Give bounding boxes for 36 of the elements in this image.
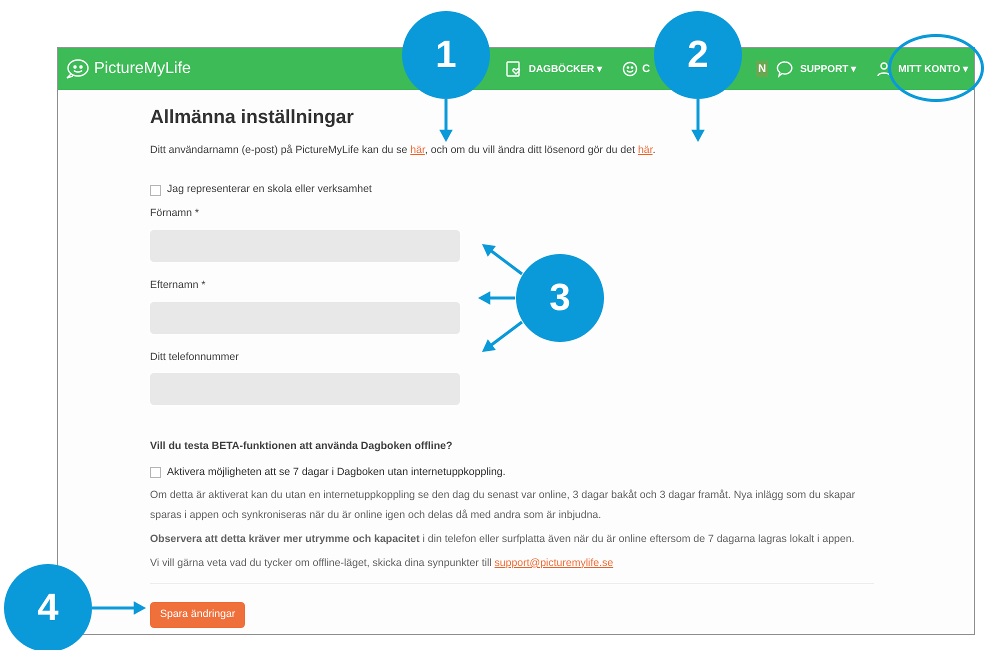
nav-menu-link[interactable]: DAGBÖCKER ▾ [528,62,602,76]
info-paragraph: Observera att detta kräver mer utrymme och kapacitet i din telefon eller surfplatta även när du är online eftersom de 7 dagarna lagras lokalt i appen. [150,532,856,547]
field-label: Ditt telefonnummer [150,350,240,364]
save-button[interactable]: Spara ändringar [150,602,246,628]
feedback-text: Vi vill gärna veta vad du tycker om offline-läget, skicka dina synpunkter till support@picturemylife.se [150,556,614,571]
beta-heading: Vill du testa BETA-funktionen att använda Dagboken offline? [150,439,454,454]
callout-arrow [482,244,523,276]
callout-arrow [439,99,453,142]
checkbox-label: Aktivera möjligheten att se 7 dagar i Dagboken utan internetuppkoppling. [167,465,506,480]
here-link[interactable]: här [410,144,425,156]
checkbox-label: Jag representerar en skola eller verksamhet [167,182,372,198]
intro-text: Ditt användarnamn (e-post) på PictureMyLife kan du se här, och om du vill ändra ditt lösenord gör du det här. [150,142,656,158]
field-label: Efternamn * [150,278,206,293]
callout-arrow [691,99,705,142]
email-link[interactable]: support@picturemylife.se [494,556,614,569]
logo-text[interactable]: PictureMyLife [94,57,191,81]
nav-menu-link[interactable]: C [642,60,650,78]
nav-menu-link-fragment: N [756,60,768,78]
callout-number: 2 [654,11,742,99]
info-paragraph: Om detta är aktiverat kan du utan en internetuppkoppling se den dag du senast var online, 3 dagar bakåt och 3 dagar framåt. Nya inlägg som du skapar sparas i appen och synkroniseras när du är online igen och delas då med andra som är inbjudna. [150,488,856,523]
field-label: Förnamn * [150,206,200,221]
checkbox[interactable] [150,184,161,196]
page-title: Allmänna inställningar [150,106,354,130]
callout-arrow [92,601,146,615]
callout-arrow [478,291,515,305]
speech-face-logo-icon [64,58,90,80]
nav-menu-link[interactable]: MITT KONTO ▾ [898,62,968,76]
smiley-icon [622,61,638,77]
here-link[interactable]: här [638,144,653,156]
callout-number: 1 [402,11,490,99]
nav-menu-link[interactable]: SUPPORT ▾ [800,62,856,76]
callout-number: 4 [4,564,92,650]
checkbox[interactable] [150,467,161,478]
callout-arrow [482,320,523,352]
book-heart-icon [504,60,523,78]
speech-bubble-icon [776,60,794,78]
